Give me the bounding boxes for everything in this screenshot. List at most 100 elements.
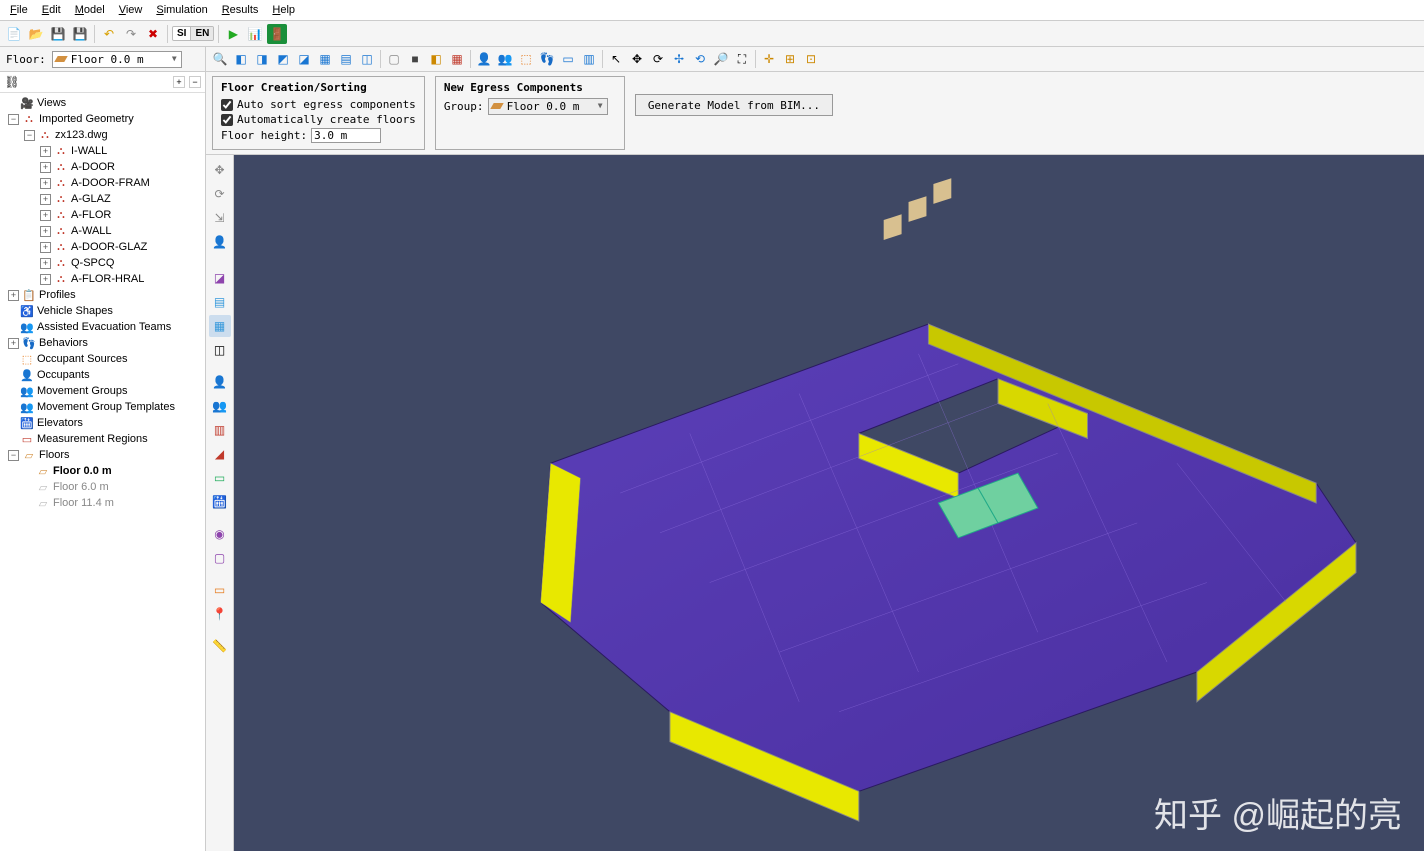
tree-vehicles[interactable]: ♿Vehicle Shapes — [0, 303, 205, 319]
menu-edit[interactable]: Edit — [36, 2, 67, 18]
zoom-in-icon[interactable]: 🔎 — [711, 49, 731, 69]
undo-icon[interactable]: ↶ — [99, 24, 119, 44]
tree-measure[interactable]: ▭Measurement Regions — [0, 431, 205, 447]
tree-occupants[interactable]: 👤Occupants — [0, 367, 205, 383]
add-group-icon[interactable]: 👥 — [209, 395, 231, 417]
cancel-icon[interactable]: ✖ — [143, 24, 163, 44]
wall-tool-icon[interactable]: ▤ — [209, 291, 231, 313]
obstruction-tool-icon[interactable]: ▦ — [209, 315, 231, 337]
grid-icon[interactable]: ⊞ — [780, 49, 800, 69]
show-stairs-icon[interactable]: ▥ — [579, 49, 599, 69]
tree-layer[interactable]: +⛬A-FLOR — [0, 207, 205, 223]
auto-create-checkbox[interactable] — [221, 114, 233, 126]
hidden-icon[interactable]: ▦ — [447, 49, 467, 69]
snap-icon[interactable]: ✛ — [759, 49, 779, 69]
elevator-tool-icon[interactable]: 🛗 — [209, 491, 231, 513]
move-tool-icon[interactable]: ✥ — [209, 159, 231, 181]
exit-tool-icon[interactable]: ▭ — [209, 467, 231, 489]
tree-layer[interactable]: +⛬I-WALL — [0, 143, 205, 159]
play-icon[interactable]: ▶ — [223, 24, 243, 44]
tree-filter-icon[interactable]: ⛓ — [4, 74, 20, 90]
auto-sort-checkbox[interactable] — [221, 99, 233, 111]
orbit-icon[interactable]: ⟳ — [648, 49, 668, 69]
redo-icon[interactable]: ↷ — [121, 24, 141, 44]
door-tool-icon[interactable]: ◫ — [209, 339, 231, 361]
region-tool-icon[interactable]: ▢ — [209, 547, 231, 569]
zoom-icon[interactable]: 🔍 — [210, 49, 230, 69]
axes-icon[interactable]: ⊡ — [801, 49, 821, 69]
group-selector[interactable]: Floor 0.0 m ▼ — [488, 98, 608, 115]
menu-help[interactable]: Help — [266, 2, 301, 18]
zoom-box-icon[interactable]: ⛶ — [732, 49, 752, 69]
results-icon[interactable]: 📊 — [245, 24, 265, 44]
tree-assisted[interactable]: 👥Assisted Evacuation Teams — [0, 319, 205, 335]
tree-floor-item[interactable]: ▱Floor 0.0 m — [0, 463, 205, 479]
show-doors-icon[interactable]: ▭ — [558, 49, 578, 69]
show-rooms-icon[interactable]: 👣 — [537, 49, 557, 69]
tree-layer[interactable]: +⛬A-DOOR — [0, 159, 205, 175]
view-sw-icon[interactable]: ◧ — [231, 49, 251, 69]
tree-floor-item[interactable]: ▱Floor 6.0 m — [0, 479, 205, 495]
tree-floors[interactable]: −▱Floors — [0, 447, 205, 463]
new-file-icon[interactable]: 📄 — [4, 24, 24, 44]
open-file-icon[interactable]: 📂 — [26, 24, 46, 44]
menu-simulation[interactable]: Simulation — [150, 2, 213, 18]
show-occ2-icon[interactable]: 👥 — [495, 49, 515, 69]
collapse-all-icon[interactable]: − — [189, 76, 201, 88]
tree-layer[interactable]: +⛬A-WALL — [0, 223, 205, 239]
tree-layer[interactable]: +⛬A-FLOR-HRAL — [0, 271, 205, 287]
tree-layer[interactable]: +⛬A-DOOR-FRAM — [0, 175, 205, 191]
tree-dwg[interactable]: −⛬zx123.dwg — [0, 127, 205, 143]
view-se-icon[interactable]: ◨ — [252, 49, 272, 69]
pan-icon[interactable]: ✥ — [627, 49, 647, 69]
tree-views[interactable]: 🎥Views — [0, 95, 205, 111]
view-front-icon[interactable]: ▤ — [336, 49, 356, 69]
tree-occ-sources[interactable]: ⬚Occupant Sources — [0, 351, 205, 367]
view-nw-icon[interactable]: ◩ — [273, 49, 293, 69]
save-as-icon[interactable]: 💾 — [70, 24, 90, 44]
tree-move-tpl[interactable]: 👥Movement Group Templates — [0, 399, 205, 415]
tree-profiles[interactable]: +📋Profiles — [0, 287, 205, 303]
rotate-tool-icon[interactable]: ⟳ — [209, 183, 231, 205]
tree-view[interactable]: 🎥Views −⛬Imported Geometry −⛬zx123.dwg +… — [0, 93, 205, 851]
tree-layer[interactable]: +⛬A-GLAZ — [0, 191, 205, 207]
tree-layer[interactable]: +⛬Q-SPCQ — [0, 255, 205, 271]
show-occ-icon[interactable]: 👤 — [474, 49, 494, 69]
view-ne-icon[interactable]: ◪ — [294, 49, 314, 69]
menu-view[interactable]: View — [113, 2, 149, 18]
add-occ-icon[interactable]: 👤 — [209, 371, 231, 393]
menu-file[interactable]: File — [4, 2, 34, 18]
view-top-icon[interactable]: ▦ — [315, 49, 335, 69]
view-persp-icon[interactable]: ◫ — [357, 49, 377, 69]
tree-layer[interactable]: +⛬A-DOOR-GLAZ — [0, 239, 205, 255]
expand-all-icon[interactable]: + — [173, 76, 185, 88]
save-file-icon[interactable]: 💾 — [48, 24, 68, 44]
opening-tool-icon[interactable]: ▭ — [209, 579, 231, 601]
ref-tool-icon[interactable]: ◉ — [209, 523, 231, 545]
scale-tool-icon[interactable]: ⇲ — [209, 207, 231, 229]
menu-results[interactable]: Results — [216, 2, 265, 18]
tree-move-groups[interactable]: 👥Movement Groups — [0, 383, 205, 399]
solid-icon[interactable]: ■ — [405, 49, 425, 69]
tree-imported[interactable]: −⛬Imported Geometry — [0, 111, 205, 127]
person-tool-icon[interactable]: 👤 — [209, 231, 231, 253]
room-tool-icon[interactable]: ◪ — [209, 267, 231, 289]
rotate-obj-icon[interactable]: ⟲ — [690, 49, 710, 69]
cursor-icon[interactable]: ↖ — [606, 49, 626, 69]
tree-floor-item[interactable]: ▱Floor 11.4 m — [0, 495, 205, 511]
ramp-tool-icon[interactable]: ◢ — [209, 443, 231, 465]
floor-height-input[interactable] — [311, 128, 381, 143]
generate-bim-button[interactable]: Generate Model from BIM... — [635, 94, 833, 116]
waypoint-tool-icon[interactable]: 📍 — [209, 603, 231, 625]
wire-icon[interactable]: ▢ — [384, 49, 404, 69]
show-paths-icon[interactable]: ⬚ — [516, 49, 536, 69]
menu-model[interactable]: Model — [69, 2, 111, 18]
exit-icon[interactable]: 🚪 — [267, 24, 287, 44]
unit-toggle[interactable]: SIEN — [172, 26, 214, 41]
measure-tool-icon[interactable]: 📏 — [209, 635, 231, 657]
viewport-3d[interactable]: 知乎 @崛起的亮 — [234, 155, 1424, 851]
stair-tool-icon[interactable]: ▥ — [209, 419, 231, 441]
tree-behaviors[interactable]: +👣Behaviors — [0, 335, 205, 351]
shaded-icon[interactable]: ◧ — [426, 49, 446, 69]
tree-elevators[interactable]: 🛗Elevators — [0, 415, 205, 431]
